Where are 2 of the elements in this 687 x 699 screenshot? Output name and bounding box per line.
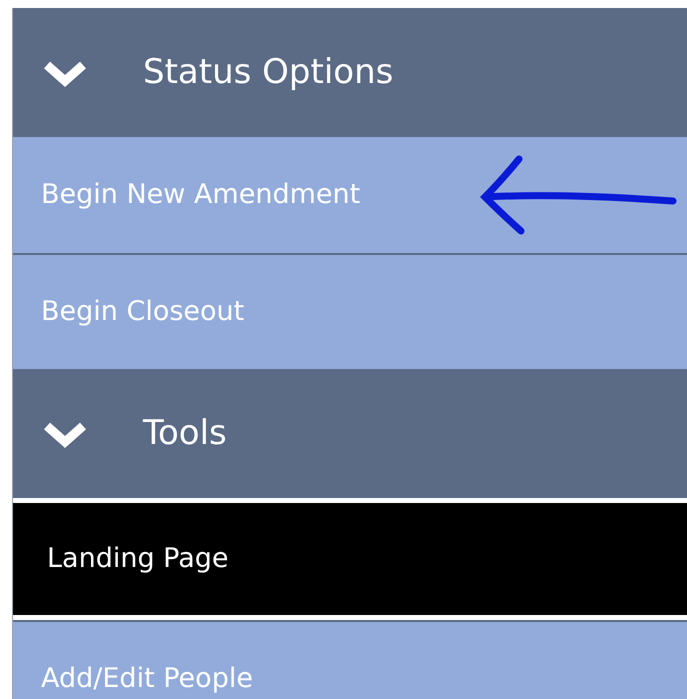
section-header[interactable]: Tools	[13, 369, 687, 498]
section-header[interactable]: Status Options	[13, 8, 687, 137]
